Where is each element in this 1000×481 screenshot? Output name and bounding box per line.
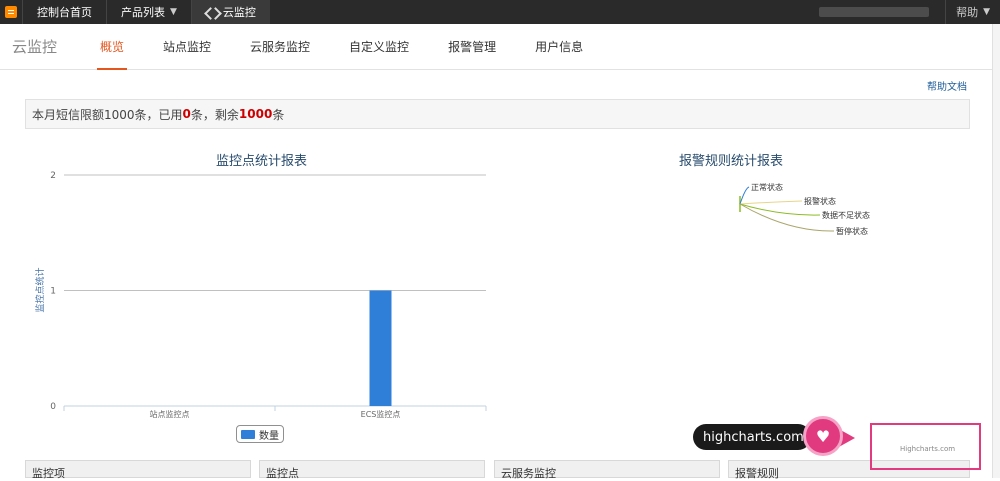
pie-connector [739, 186, 750, 205]
charts-canvas: 0 1 2 站点监控点 ECS监控点 监控点统计 正常状态报警状态数据不足状态暂停状态 [34, 171, 870, 419]
x-tick-label: ECS监控点 [361, 409, 401, 419]
highcharts-promo-badge[interactable]: highcharts.com [693, 424, 811, 450]
bar [369, 290, 392, 406]
pie-data-label: 数据不足状态 [822, 210, 870, 220]
pie-connector [739, 200, 803, 205]
panel-monitor-items: 监控项 [25, 460, 251, 480]
y-tick-label: 0 [50, 402, 56, 412]
x-tick-label: 站点监控点 [150, 409, 190, 419]
pie-data-label: 正常状态 [751, 182, 783, 192]
pie-data-label: 暂停状态 [836, 226, 868, 236]
legend-label: 数量 [259, 430, 279, 442]
y-tick-label: 1 [50, 287, 56, 297]
legend-swatch [241, 429, 255, 439]
highcharts-credit[interactable]: Highcharts.com [900, 445, 955, 453]
panel-monitor-points: 监控点 [259, 460, 485, 480]
promo-heart-badge[interactable]: ♥ [803, 416, 843, 456]
legend-item-count[interactable]: 数量 [236, 425, 284, 443]
y-axis-label: 监控点统计 [34, 267, 46, 312]
panel-cloud-service: 云服务监控 [494, 460, 720, 480]
heart-icon: ♥ [815, 426, 831, 446]
pie-data-label: 报警状态 [804, 196, 836, 206]
y-tick-label: 2 [50, 171, 56, 181]
